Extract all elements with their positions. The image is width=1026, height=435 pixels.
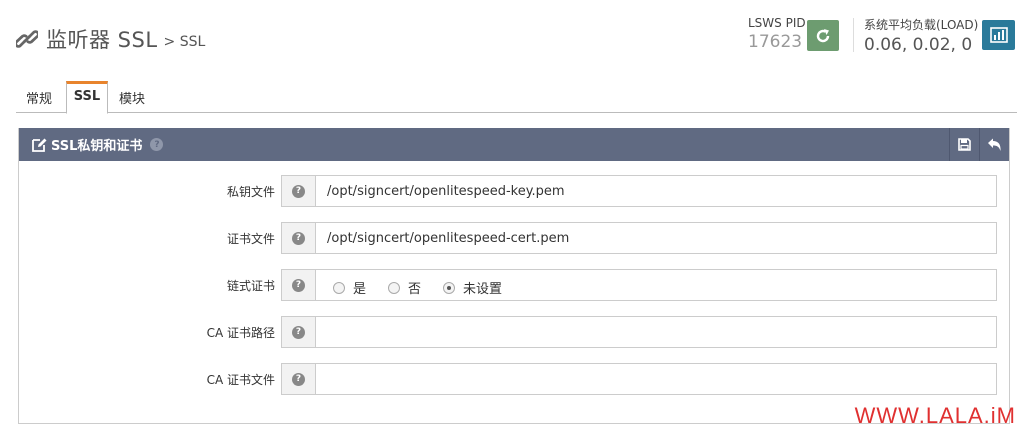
panel-title: SSL私钥和证书 (51, 139, 143, 154)
help-icon: ? (292, 278, 305, 292)
watermark: WWW.LALA.iM (854, 403, 1016, 428)
help-icon: ? (292, 184, 305, 198)
load-label: 系统平均负载(LOAD) (864, 18, 979, 32)
private-key-value: /opt/signcert/openlitespeed-key.pem (315, 175, 997, 207)
row-private-key: 私钥文件 ? /opt/signcert/openlitespeed-key.p… (19, 175, 1011, 207)
help-icon: ? (292, 325, 305, 339)
stats-button[interactable] (982, 20, 1015, 50)
row-label: 链式证书 (226, 279, 275, 293)
load-block: 系统平均负载(LOAD) 0.06, 0.02, 0 (864, 16, 978, 55)
certificate-value: /opt/signcert/openlitespeed-cert.pem (315, 222, 997, 254)
back-icon (988, 138, 1001, 151)
help-icon: ? (292, 231, 305, 245)
radio-label: 是 (353, 282, 367, 297)
save-button[interactable] (949, 128, 979, 161)
tab-general[interactable]: 常规 (16, 81, 62, 113)
help-button[interactable]: ? (281, 363, 316, 395)
breadcrumb: > SSL (163, 33, 206, 50)
help-button[interactable]: ? (281, 175, 316, 207)
ca-file-value (315, 363, 997, 395)
reload-icon (816, 28, 830, 42)
row-certificate: 证书文件 ? /opt/signcert/openlitespeed-cert.… (19, 222, 1011, 254)
row-label: 私钥文件 (226, 185, 275, 199)
header-divider (853, 18, 854, 52)
ssl-panel: SSL私钥和证书 ? 私钥文件 ? /opt/signcert/openlite… (18, 128, 1010, 424)
radio-not-set[interactable]: 未设置 (443, 278, 502, 297)
link-icon (16, 30, 38, 48)
row-chained-cert: 链式证书 ? 是 否 未设置 (19, 269, 1011, 301)
row-label: CA 证书文件 (206, 373, 275, 387)
help-button[interactable]: ? (281, 316, 316, 348)
help-icon: ? (292, 372, 305, 386)
radio-button[interactable] (333, 281, 345, 294)
radio-button[interactable] (388, 281, 401, 294)
page-title: 监听器 SSL (46, 28, 158, 52)
radio-label: 否 (408, 282, 422, 297)
radio-no[interactable]: 否 (388, 278, 421, 297)
chained-cert-options: 是 否 未设置 (315, 269, 997, 301)
pid-value: 17623 (748, 32, 803, 52)
save-icon (958, 138, 971, 151)
page-header: 监听器 SSL > SSL (16, 24, 205, 54)
pid-label: LSWS PID (748, 16, 806, 30)
help-button[interactable]: ? (281, 222, 316, 254)
help-button[interactable]: ? (281, 269, 316, 301)
ca-path-value (315, 316, 997, 348)
tab-bar: 常规 SSL 模块 (16, 81, 1017, 114)
row-label: CA 证书路径 (206, 326, 275, 340)
radio-yes[interactable]: 是 (333, 278, 366, 297)
pid-block: LSWS PID 17623 (748, 16, 806, 52)
reload-button[interactable] (807, 20, 839, 51)
row-ca-file: CA 证书文件 ? (19, 363, 1011, 395)
help-icon[interactable]: ? (150, 138, 164, 151)
radio-group: 是 否 未设置 (333, 278, 996, 297)
back-button[interactable] (979, 128, 1009, 161)
load-value: 0.06, 0.02, 0 (864, 35, 973, 55)
tab-modules[interactable]: 模块 (109, 81, 155, 113)
tab-ssl[interactable]: SSL (66, 81, 108, 114)
row-ca-path: CA 证书路径 ? (19, 316, 1011, 348)
panel-header: SSL私钥和证书 ? (19, 128, 1009, 161)
radio-label: 未设置 (463, 282, 503, 297)
edit-icon (32, 138, 47, 152)
bar-chart-icon (989, 27, 1008, 43)
row-label: 证书文件 (226, 232, 275, 246)
radio-button[interactable] (443, 281, 456, 294)
